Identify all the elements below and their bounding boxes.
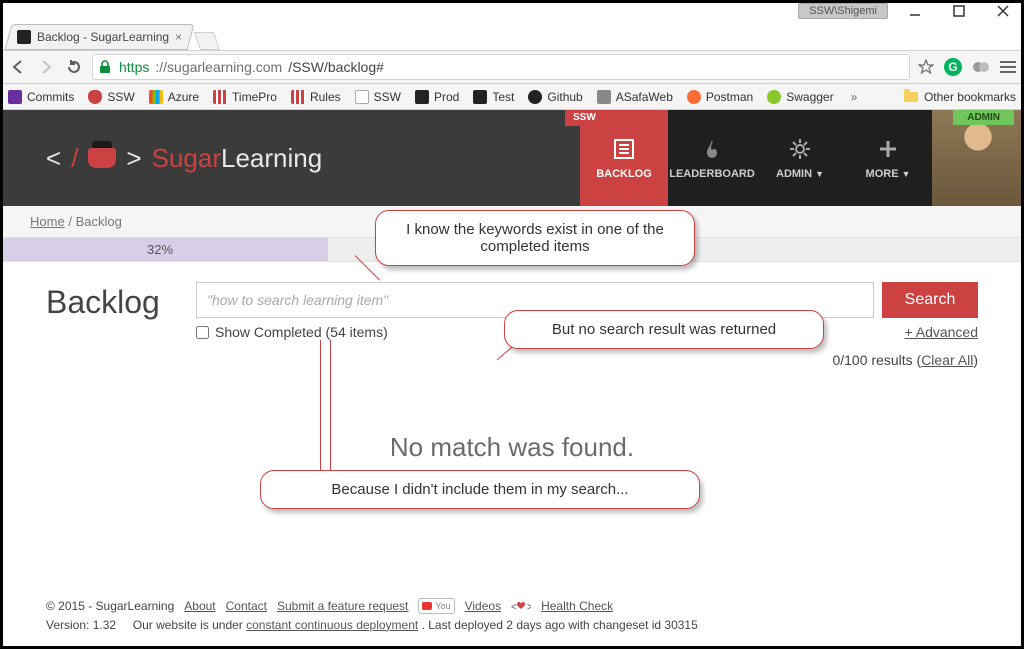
progress-label: 32% (0, 238, 320, 261)
brand-logo[interactable]: < / > SugarLearning (0, 110, 322, 206)
results-count: 0/100 results (Clear All) (832, 352, 978, 368)
favicon (687, 90, 701, 104)
clear-all-link[interactable]: Clear All (921, 352, 973, 368)
bookmark-item[interactable]: TimePro (213, 90, 277, 104)
extension-icon[interactable] (972, 59, 990, 75)
ssw-tag: SSW (565, 110, 604, 126)
list-icon (612, 136, 636, 162)
favicon (473, 90, 487, 104)
window-maximize-button[interactable] (942, 1, 976, 21)
favicon (767, 90, 781, 104)
annotation-callout: I know the keywords exist in one of the … (375, 210, 695, 266)
footer-videos[interactable]: Videos (465, 597, 501, 616)
admin-badge: ADMIN (953, 110, 1014, 125)
plus-icon (876, 136, 900, 162)
tab-favicon (17, 30, 31, 44)
chrome-menu-icon[interactable] (1000, 61, 1016, 73)
chevron-down-icon: ▼ (815, 169, 824, 179)
favicon (8, 90, 22, 104)
footer-health[interactable]: Health Check (541, 597, 613, 616)
bookmark-item[interactable]: Commits (8, 90, 74, 104)
bookmark-item[interactable]: Postman (687, 90, 753, 104)
annotation-callout: Because I didn't include them in my sear… (260, 470, 700, 509)
back-button[interactable] (8, 57, 28, 77)
favicon (415, 90, 429, 104)
advanced-link[interactable]: + Advanced (904, 324, 978, 340)
app-header: SSW ADMIN < / > SugarLearning BACKLOG LE… (0, 110, 1024, 206)
window-close-button[interactable] (986, 1, 1020, 21)
tab-close-icon[interactable]: × (175, 30, 182, 44)
bookmark-item[interactable]: Azure (149, 90, 199, 104)
footer-about[interactable]: About (184, 597, 215, 616)
bookmark-item[interactable]: ASafaWeb (597, 90, 673, 104)
chevron-down-icon: ▼ (902, 169, 911, 179)
breadcrumb-home[interactable]: Home (30, 214, 65, 229)
favicon (291, 90, 305, 104)
reload-button[interactable] (64, 57, 84, 77)
os-user-label: SSW\Shigemi (798, 3, 888, 19)
brand-sugar: Sugar (152, 143, 221, 173)
url-host: ://sugarlearning.com (155, 59, 282, 75)
gear-icon (788, 136, 812, 162)
browser-toolbar: https ://sugarlearning.com /SSW/backlog#… (0, 50, 1024, 84)
show-completed-checkbox[interactable] (196, 326, 209, 339)
folder-icon (904, 92, 918, 102)
footer-contact[interactable]: Contact (226, 597, 267, 616)
bookmarks-bar: Commits SSW Azure TimePro Rules SSW Prod… (0, 84, 1024, 110)
tab-title: Backlog - SugarLearning (37, 30, 169, 44)
favicon (213, 90, 227, 104)
grammarly-icon[interactable]: G (944, 58, 962, 76)
show-completed-label: Show Completed (54 items) (215, 324, 388, 340)
new-tab-button[interactable] (194, 32, 221, 50)
browser-tab[interactable]: Backlog - SugarLearning × (5, 24, 195, 50)
bookmark-item[interactable]: Prod (415, 90, 459, 104)
url-scheme: https (119, 59, 149, 75)
bookmarks-overflow-icon[interactable]: » (848, 90, 861, 104)
heart-icon: <> (511, 600, 531, 612)
brand-learning: Learning (221, 143, 322, 173)
window-titlebar: SSW\Shigemi (0, 0, 1024, 22)
bookmark-item[interactable]: Swagger (767, 90, 833, 104)
annotation-pointer (320, 340, 321, 480)
svg-text:>: > (527, 602, 531, 612)
bookmark-item[interactable]: SSW (355, 90, 401, 104)
breadcrumb-current: Backlog (76, 214, 122, 229)
favicon (355, 90, 369, 104)
window-minimize-button[interactable] (898, 1, 932, 21)
search-button[interactable]: Search (882, 282, 978, 318)
lock-icon (99, 60, 113, 74)
graduation-cap-icon (88, 148, 116, 168)
favicon (597, 90, 611, 104)
footer-deploy-link[interactable]: constant continuous deployment (246, 618, 418, 632)
forward-button[interactable] (36, 57, 56, 77)
nav-admin[interactable]: ADMIN▼ (756, 110, 844, 206)
address-bar[interactable]: https ://sugarlearning.com /SSW/backlog# (92, 54, 910, 80)
favicon (149, 90, 163, 104)
footer: © 2015 - SugarLearning About Contact Sub… (46, 597, 978, 635)
flame-icon (700, 136, 724, 162)
youtube-icon: You (418, 598, 454, 614)
favicon (528, 90, 542, 104)
nav-leaderboard[interactable]: LEADERBOARD (668, 110, 756, 206)
bookmark-item[interactable]: Github (528, 90, 582, 104)
bookmark-item[interactable]: SSW (88, 90, 134, 104)
bookmark-item[interactable]: Rules (291, 90, 341, 104)
footer-version: Version: 1.32 (46, 618, 116, 632)
bookmark-star-icon[interactable] (918, 59, 934, 75)
svg-text:<: < (511, 602, 517, 612)
annotation-pointer (330, 340, 331, 480)
other-bookmarks[interactable]: Other bookmarks (924, 90, 1016, 104)
nav-more[interactable]: MORE▼ (844, 110, 932, 206)
favicon (88, 90, 102, 104)
bookmark-item[interactable]: Test (473, 90, 514, 104)
browser-tabstrip: Backlog - SugarLearning × (0, 22, 1024, 50)
footer-submit[interactable]: Submit a feature request (277, 597, 408, 616)
annotation-callout: But no search result was returned (504, 310, 824, 349)
footer-copyright: © 2015 - SugarLearning (46, 597, 174, 616)
url-path: /SSW/backlog# (288, 59, 384, 75)
no-match-message: No match was found. (0, 432, 1024, 463)
